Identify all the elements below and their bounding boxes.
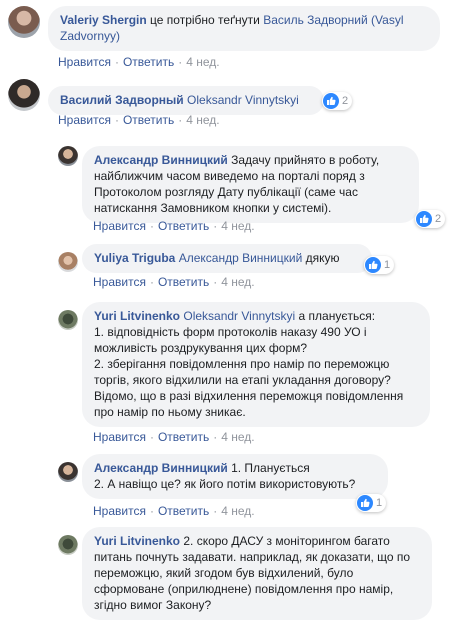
avatar[interactable] [58, 535, 78, 555]
like-link[interactable]: Нравится [93, 430, 146, 444]
comment-actions: Нравится · Ответить · 4 нед. [58, 113, 220, 127]
avatar[interactable] [58, 252, 78, 272]
comment-actions: Нравится · Ответить · 4 нед. [93, 219, 255, 233]
comment-author[interactable]: Yuri Litvinenko [94, 309, 180, 323]
like-icon [416, 211, 432, 227]
like-link[interactable]: Нравится [58, 55, 111, 69]
like-icon [365, 257, 381, 273]
reply-link[interactable]: Ответить [158, 504, 209, 518]
reply-bubble: Yuliya Triguba Александр Винницкий дякую [82, 244, 372, 273]
comment-author[interactable]: Александр Винницкий [94, 153, 228, 167]
comment-timestamp[interactable]: 4 нед. [221, 504, 254, 518]
comment-timestamp[interactable]: 4 нед. [221, 275, 254, 289]
comment-author[interactable]: Yuri Litvinenko [94, 534, 180, 548]
comment-timestamp[interactable]: 4 нед. [186, 113, 219, 127]
comment-actions: Нравится · Ответить · 4 нед. [93, 504, 255, 518]
reply-link[interactable]: Ответить [158, 275, 209, 289]
comment-author[interactable]: Александр Винницкий [94, 461, 228, 475]
reaction-count[interactable]: 2 [322, 92, 353, 110]
mention-link[interactable]: Oleksandr Vinnytskyi [187, 93, 299, 107]
comment-author[interactable]: Василий Задворный [60, 93, 184, 107]
comment-text: це потрібно теґнути [146, 13, 264, 27]
reply-bubble: Александр Винницкий Задачу прийнято в ро… [82, 146, 419, 223]
reaction-number: 1 [376, 497, 383, 509]
like-link[interactable]: Нравится [93, 275, 146, 289]
reaction-number: 1 [384, 259, 391, 271]
comment-actions: Нравится · Ответить · 4 нед. [93, 430, 255, 444]
comment-text: дякую [302, 251, 340, 265]
like-icon [357, 495, 373, 511]
comment-timestamp[interactable]: 4 нед. [221, 219, 254, 233]
comment-text: 1. Планується [227, 461, 310, 475]
reply-link[interactable]: Ответить [158, 430, 209, 444]
comment-actions: Нравится · Ответить · 4 нед. [93, 275, 255, 289]
avatar[interactable] [58, 146, 78, 166]
comment-timestamp[interactable]: 4 нед. [221, 430, 254, 444]
comment-text: а планується: [295, 309, 376, 323]
reply-link[interactable]: Ответить [158, 219, 209, 233]
comment-text: 2. зберігання повідомлення про намір по … [94, 357, 404, 419]
mention-link[interactable]: Александр Винницкий [179, 251, 303, 265]
comment-bubble: Василий Задворный Oleksandr Vinnytskyi [48, 86, 324, 115]
comment-author[interactable]: Valeriy Shergin [60, 13, 147, 27]
reaction-number: 2 [342, 95, 349, 107]
avatar[interactable] [58, 462, 78, 482]
comment-author[interactable]: Yuliya Triguba [94, 251, 175, 265]
like-link[interactable]: Нравится [93, 219, 146, 233]
reply-link[interactable]: Ответить [123, 113, 174, 127]
reaction-count[interactable]: 1 [356, 494, 387, 512]
like-link[interactable]: Нравится [93, 504, 146, 518]
reply-bubble: Александр Винницкий 1. Планується 2. А н… [82, 454, 388, 499]
comment-actions: Нравится · Ответить · 4 нед. [58, 55, 220, 69]
like-link[interactable]: Нравится [58, 113, 111, 127]
reaction-count[interactable]: 2 [415, 210, 446, 228]
avatar[interactable] [8, 6, 40, 38]
like-icon [323, 93, 339, 109]
comment-text: 2. А навіщо це? як його потім використов… [94, 477, 356, 491]
mention-link[interactable]: Oleksandr Vinnytskyi [183, 309, 295, 323]
comment-bubble: Valeriy Shergin це потрібно теґнути Васи… [48, 6, 440, 51]
avatar[interactable] [58, 310, 78, 330]
reply-bubble: Yuri Litvinenko Oleksandr Vinnytskyi а п… [82, 302, 430, 427]
reply-bubble: Yuri Litvinenko 2. скоро ДАСУ з монітори… [82, 527, 432, 620]
reaction-count[interactable]: 1 [364, 256, 395, 274]
reaction-number: 2 [435, 213, 442, 225]
avatar[interactable] [8, 79, 40, 111]
comment-text: 1. відповідність форм протоколів наказу … [94, 325, 367, 355]
comment-timestamp[interactable]: 4 нед. [186, 55, 219, 69]
reply-link[interactable]: Ответить [123, 55, 174, 69]
